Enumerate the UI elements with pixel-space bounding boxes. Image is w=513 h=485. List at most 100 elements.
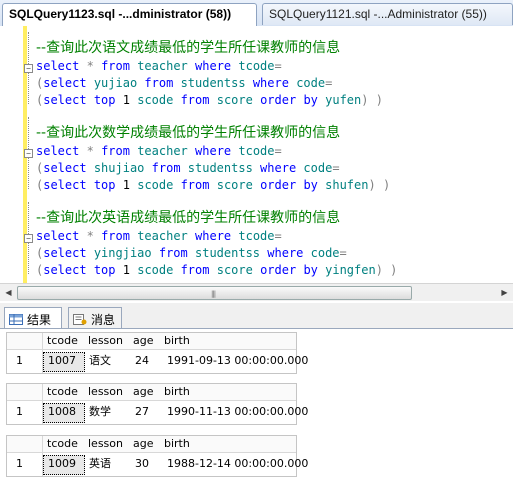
identifier: shufen [325,178,369,192]
document-tab-bar: SQLQuery1123.sql -...dministrator (58)) … [0,0,513,27]
tab-results-label: 结果 [27,313,52,327]
keyword: from [151,161,181,175]
keyword: top [93,93,116,107]
cell-birth[interactable]: 1990-11-13 00:00:00.000 [167,404,308,420]
keyword: select [36,229,80,243]
query-editor[interactable]: − --查询此次语文成绩最低的学生所任课教师的信息 select * from … [0,26,513,283]
cell-birth[interactable]: 1988-12-14 00:00:00.000 [167,456,308,472]
cell-lesson[interactable]: 英语 [89,456,111,472]
operator: ) [382,178,391,192]
result-tab-bar: 结果 消息 [0,303,513,329]
column-header-birth[interactable]: birth [164,436,190,452]
keyword: from [144,76,174,90]
number-literal: 1 [122,263,130,277]
tab-results[interactable]: 结果 [4,307,62,328]
operator: ) [368,178,376,192]
result-grid-3[interactable]: tcode lesson age birth 1 1009 英语 30 1988… [6,435,308,477]
operator: * [86,59,94,73]
keyword: where [252,76,289,90]
identifier: studentss [187,161,253,175]
code-line: select * from teacher where tcode= [36,228,282,245]
cell-lesson[interactable]: 语文 [89,353,111,369]
tab-messages[interactable]: 消息 [68,307,122,328]
column-header-birth[interactable]: birth [164,333,190,349]
keyword: order [260,178,297,192]
identifier: yujiao [93,76,138,90]
keyword: select [43,93,87,107]
identifier: teacher [137,229,188,243]
operator: = [325,76,333,90]
grip-icon: ||| [211,290,216,298]
keyword: top [93,263,116,277]
comment-line: --查询此次语文成绩最低的学生所任课教师的信息 [36,40,341,56]
tab-messages-label: 消息 [91,313,116,327]
tab-sqlquery1121[interactable]: SQLQuery1121.sql -...Administrator (55)) [262,3,513,25]
operator: ) [375,93,383,107]
operator: * [86,144,94,158]
column-header-age[interactable]: age [133,333,154,349]
cell-tcode-selected[interactable]: 1009 [43,455,85,475]
message-icon [73,314,87,325]
keyword: from [101,144,130,158]
column-header-lesson[interactable]: lesson [88,333,123,349]
identifier: yingfen [325,263,376,277]
cell-age[interactable]: 27 [135,404,149,420]
column-header-birth[interactable]: birth [164,384,190,400]
identifier: code [296,76,326,90]
column-header-tcode[interactable]: tcode [47,436,78,452]
cell-lesson[interactable]: 数学 [89,404,111,420]
operator: = [274,229,282,243]
operator: ) [361,93,369,107]
scrollbar-thumb[interactable]: ||| [17,286,412,300]
identifier: code [303,161,333,175]
identifier: code [310,246,340,260]
keyword: from [180,263,210,277]
identifier: yufen [325,93,362,107]
column-header-age[interactable]: age [133,384,154,400]
scroll-left-arrow-icon[interactable]: ◀ [1,285,16,300]
scroll-right-arrow-icon[interactable]: ▶ [497,285,512,300]
operator: ) [375,263,383,277]
tab-sqlquery1123[interactable]: SQLQuery1123.sql -...dministrator (58)) [2,3,257,27]
cell-age[interactable]: 30 [135,456,149,472]
comment-line: --查询此次英语成绩最低的学生所任课教师的信息 [36,210,341,226]
keyword: from [158,246,188,260]
row-number[interactable]: 1 [16,456,23,472]
operator: ) [390,263,398,277]
keyword: where [195,59,232,73]
keyword: by [303,263,318,277]
row-number[interactable]: 1 [16,353,23,369]
column-header-lesson[interactable]: lesson [88,384,123,400]
identifier: tcode [238,229,275,243]
column-header-lesson[interactable]: lesson [88,436,123,452]
result-grid-1[interactable]: tcode lesson age birth 1 1007 语文 24 1991… [6,332,308,374]
keyword: from [101,59,130,73]
identifier: studentss [180,76,246,90]
identifier: studentss [195,246,261,260]
column-header-tcode[interactable]: tcode [47,333,78,349]
grid-icon [9,314,23,325]
keyword: select [43,263,87,277]
editor-horizontal-scrollbar[interactable]: ◀ ||| ▶ [0,283,513,301]
cell-birth[interactable]: 1991-09-13 00:00:00.000 [167,353,308,369]
column-header-age[interactable]: age [133,436,154,452]
cell-tcode-selected[interactable]: 1008 [43,403,85,423]
keyword: from [180,178,210,192]
identifier: score [216,263,253,277]
collapse-icon[interactable]: − [24,234,33,243]
cell-age[interactable]: 24 [135,353,149,369]
row-number[interactable]: 1 [16,404,23,420]
collapse-icon[interactable]: − [24,64,33,73]
column-header-tcode[interactable]: tcode [47,384,78,400]
result-grid-2[interactable]: tcode lesson age birth 1 1008 数学 27 1990… [6,383,308,425]
operator: = [332,161,340,175]
keyword: where [260,161,297,175]
cell-tcode-selected[interactable]: 1007 [43,352,85,372]
code-line: (select top 1 scode from score order by … [36,92,383,109]
keyword: where [267,246,304,260]
keyword: order [260,263,297,277]
collapse-icon[interactable]: − [24,149,33,158]
identifier: scode [137,93,174,107]
identifier: scode [137,178,174,192]
keyword: where [195,229,232,243]
